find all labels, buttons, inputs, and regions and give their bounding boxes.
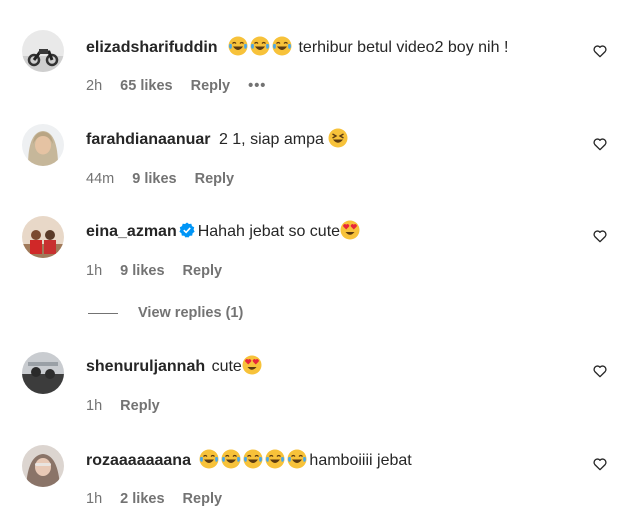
reply-button[interactable]: Reply bbox=[120, 398, 160, 414]
avatar[interactable] bbox=[22, 445, 64, 487]
avatar[interactable] bbox=[22, 352, 64, 394]
laugh-cry-emoji-icon bbox=[243, 449, 263, 469]
likes-count[interactable]: 2 likes bbox=[120, 491, 164, 507]
likes-count[interactable]: 9 likes bbox=[132, 171, 176, 187]
timestamp[interactable]: 1h bbox=[86, 491, 102, 507]
heart-outline-icon[interactable] bbox=[592, 228, 608, 244]
laugh-cry-emoji-icon bbox=[250, 36, 270, 56]
comment-text: cute bbox=[211, 358, 242, 375]
heart-outline-icon[interactable] bbox=[592, 456, 608, 472]
avatar[interactable] bbox=[22, 124, 64, 166]
comment-line: rozaaaaaaana hamboiiii jebat bbox=[86, 449, 412, 471]
more-options-icon[interactable]: ••• bbox=[248, 78, 266, 94]
reply-button[interactable]: Reply bbox=[183, 491, 223, 507]
username[interactable]: eina_azman bbox=[86, 223, 177, 240]
divider bbox=[88, 312, 118, 314]
comment-text: terhibur betul video2 boy nih ! bbox=[294, 39, 509, 56]
laugh-cry-emoji-icon bbox=[287, 449, 307, 469]
reply-button[interactable]: Reply bbox=[183, 263, 223, 279]
laugh-cry-emoji-icon bbox=[272, 36, 292, 56]
comment-meta: 1h Reply bbox=[86, 397, 174, 415]
comment-meta: 1h 2 likes Reply bbox=[86, 490, 236, 508]
comment-meta: 44m 9 likes Reply bbox=[86, 170, 248, 188]
timestamp[interactable]: 44m bbox=[86, 171, 114, 187]
laugh-cry-emoji-icon bbox=[221, 449, 241, 469]
view-replies-label[interactable]: View replies (1) bbox=[138, 305, 243, 321]
timestamp[interactable]: 1h bbox=[86, 263, 102, 279]
reply-button[interactable]: Reply bbox=[195, 171, 235, 187]
comment-text: Hahah jebat so cute bbox=[197, 223, 341, 240]
username[interactable]: elizadsharifuddin bbox=[86, 39, 218, 56]
comment-line: shenuruljannah cute bbox=[86, 355, 264, 377]
heart-eyes-emoji-icon bbox=[340, 220, 360, 240]
comment-text: hamboiiii jebat bbox=[309, 452, 412, 469]
comment-meta: 1h 9 likes Reply bbox=[86, 262, 236, 280]
avatar[interactable] bbox=[22, 216, 64, 258]
username[interactable]: rozaaaaaaana bbox=[86, 452, 191, 469]
laugh-cry-emoji-icon bbox=[199, 449, 219, 469]
heart-outline-icon[interactable] bbox=[592, 136, 608, 152]
reply-button[interactable]: Reply bbox=[191, 78, 231, 94]
username[interactable]: shenuruljannah bbox=[86, 358, 205, 375]
laugh-cry-emoji-icon bbox=[228, 36, 248, 56]
heart-eyes-emoji-icon bbox=[242, 355, 262, 375]
timestamp[interactable]: 2h bbox=[86, 78, 102, 94]
comment-line: eina_azman Hahah jebat so cute bbox=[86, 220, 362, 242]
comment-meta: 2h 65 likes Reply ••• bbox=[86, 77, 280, 95]
comment-text: 2 1, siap ampa bbox=[218, 131, 329, 148]
squint-laugh-emoji-icon bbox=[328, 128, 348, 148]
heart-outline-icon[interactable] bbox=[592, 363, 608, 379]
comment-line: farahdianaanuar 2 1, siap ampa bbox=[86, 128, 350, 150]
likes-count[interactable]: 9 likes bbox=[120, 263, 164, 279]
comment-line: elizadsharifuddin terhibur betul video2 … bbox=[86, 36, 508, 58]
view-replies-button[interactable]: View replies (1) bbox=[88, 305, 243, 325]
likes-count[interactable]: 65 likes bbox=[120, 78, 172, 94]
username[interactable]: farahdianaanuar bbox=[86, 131, 210, 148]
verified-badge-icon bbox=[179, 222, 195, 238]
heart-outline-icon[interactable] bbox=[592, 43, 608, 59]
timestamp[interactable]: 1h bbox=[86, 398, 102, 414]
avatar[interactable] bbox=[22, 30, 64, 72]
laugh-cry-emoji-icon bbox=[265, 449, 285, 469]
